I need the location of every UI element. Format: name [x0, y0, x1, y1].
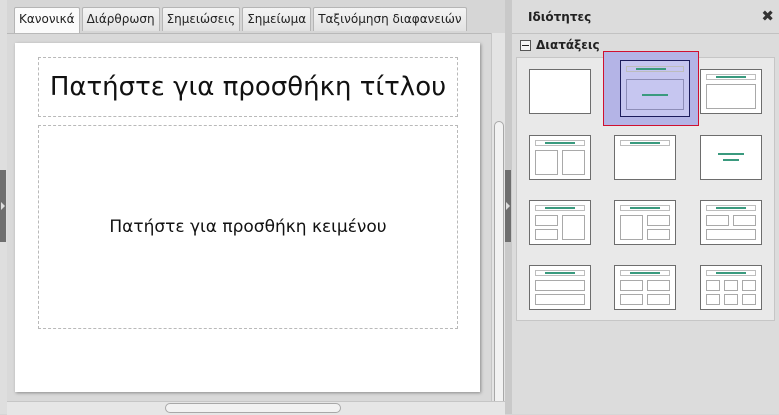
tab-slide-sorter[interactable]: Ταξινόμηση διαφανειών — [313, 7, 467, 31]
collapse-icon[interactable] — [520, 39, 531, 51]
layout-thumbnail — [529, 265, 591, 310]
body-placeholder[interactable]: Πατήστε για προσθήκη κειμένου — [38, 125, 458, 329]
tab-notes[interactable]: Σημειώσεις — [161, 7, 241, 31]
slide-canvas: Πατήστε για προσθήκη τίτλου Πατήστε για … — [15, 43, 480, 392]
layout-thumbnail — [614, 265, 676, 310]
layout-title-2-content-and-content[interactable] — [518, 190, 602, 254]
horizontal-scrollbar[interactable] — [7, 401, 505, 415]
sidebar-collapse-handle[interactable] — [505, 170, 511, 242]
vertical-scroll-thumb[interactable] — [494, 121, 504, 407]
horizontal-scroll-thumb[interactable] — [165, 403, 341, 413]
layout-thumbnail — [620, 60, 690, 117]
layout-thumbnail — [529, 200, 591, 245]
layout-title-content-box[interactable] — [689, 59, 773, 123]
layout-title-content[interactable] — [603, 51, 699, 126]
layout-title-2-content-over-content[interactable] — [689, 190, 773, 254]
properties-panel: Ιδιότητες ✖ Διατάξεις — [512, 0, 779, 414]
panel-header: Ιδιότητες ✖ — [512, 0, 779, 34]
layout-thumbnail — [700, 69, 762, 114]
layout-thumbnail — [614, 135, 676, 180]
slide-editor: Πατήστε για προσθήκη τίτλου Πατήστε για … — [7, 33, 491, 402]
layout-title-4-content[interactable] — [603, 255, 687, 319]
vertical-scrollbar[interactable] — [491, 33, 506, 407]
layout-title-content-over-content[interactable] — [518, 255, 602, 319]
layout-title-two-content[interactable] — [518, 125, 602, 189]
layouts-grid — [516, 51, 775, 321]
layout-title-only[interactable] — [603, 125, 687, 189]
close-icon[interactable]: ✖ — [761, 7, 774, 25]
tab-handout[interactable]: Σημείωμα — [242, 7, 312, 31]
view-tabs: Κανονικά Διάρθρωση Σημειώσεις Σημείωμα Τ… — [14, 7, 469, 34]
layout-thumbnail — [614, 200, 676, 245]
section-label: Διατάξεις — [536, 38, 600, 52]
panel-title: Ιδιότητες — [528, 10, 592, 24]
layout-thumbnail — [529, 135, 591, 180]
layout-thumbnail — [700, 135, 762, 180]
layouts-section-header[interactable]: Διατάξεις — [520, 37, 600, 53]
layout-thumbnail — [700, 200, 762, 245]
layout-thumbnail — [700, 265, 762, 310]
tab-outline[interactable]: Διάρθρωση — [81, 7, 160, 31]
slide-pane-expand-handle[interactable] — [0, 170, 6, 242]
title-placeholder[interactable]: Πατήστε για προσθήκη τίτλου — [38, 57, 458, 117]
layout-title-content-and-2-content[interactable] — [603, 190, 687, 254]
layout-centered-text[interactable] — [689, 125, 773, 189]
tab-normal[interactable]: Κανονικά — [14, 7, 80, 34]
layout-blank[interactable] — [518, 59, 602, 123]
layout-thumbnail — [529, 69, 591, 114]
layout-title-6-content[interactable] — [689, 255, 773, 319]
